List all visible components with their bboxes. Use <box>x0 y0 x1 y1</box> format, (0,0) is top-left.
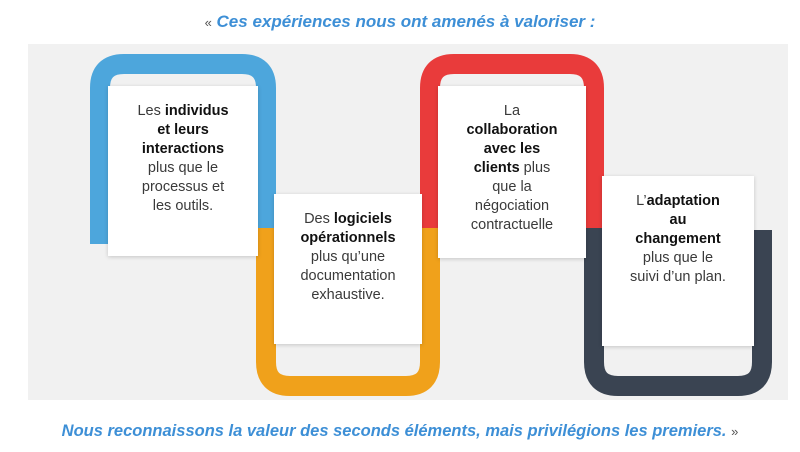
value-emphasis: changement <box>635 231 721 247</box>
value-emphasis: et leurs <box>157 122 209 138</box>
value-emphasis: clients <box>473 160 520 176</box>
value-line: les outils. <box>108 197 258 216</box>
value-emphasis: adaptation <box>646 193 720 209</box>
value-plain: plus que le <box>642 250 714 266</box>
value-emphasis: interactions <box>141 141 225 157</box>
value-card-individuals: Les individus et leurs interactions plus qu… <box>108 86 258 256</box>
value-plain: que la <box>492 179 532 195</box>
header-text: Ces expériences nous ont amenés à valori… <box>216 12 596 31</box>
footer-line: Nous reconnaissons la valeur des seconds… <box>0 418 800 444</box>
header-line: « Ces expériences nous ont amenés à valo… <box>0 10 800 34</box>
value-emphasis: opérationnels <box>300 230 396 246</box>
value-line: plus que le <box>602 249 754 268</box>
value-line: documentation <box>274 267 422 286</box>
value-line: suivi d’un plan. <box>602 268 754 287</box>
footer-text: Nous reconnaissons la valeur des seconds… <box>61 422 727 440</box>
value-plain: exhaustive. <box>311 287 385 303</box>
value-plain: les outils. <box>152 198 214 214</box>
value-line: plus que le <box>108 159 258 178</box>
value-plain: suivi d’un plan. <box>630 269 726 285</box>
value-emphasis: collaboration <box>466 122 558 138</box>
value-emphasis: avec les <box>483 141 541 157</box>
value-plain: négociation <box>474 198 550 214</box>
value-emphasis: au <box>669 212 687 228</box>
value-line: et leurs <box>108 121 258 140</box>
value-line: L’adaptation <box>602 192 754 211</box>
value-line: que la <box>438 178 586 197</box>
value-plain: Les <box>137 103 165 119</box>
value-text: Les individus et leurs interactions plus qu… <box>108 102 258 216</box>
value-plain: plus <box>519 160 551 176</box>
value-line: collaboration <box>438 121 586 140</box>
value-card-adaptation: L’adaptation au changement plus que le suivi… <box>602 176 754 346</box>
value-line: opérationnels <box>274 229 422 248</box>
value-line: processus et <box>108 178 258 197</box>
value-line: avec les <box>438 140 586 159</box>
value-plain: contractuelle <box>470 217 554 233</box>
value-emphasis: individus <box>164 103 229 119</box>
value-line: Les individus <box>108 102 258 121</box>
value-plain: Des <box>304 211 334 227</box>
value-card-collaboration: La collaboration avec les clients plus que l… <box>438 86 586 258</box>
value-line: La <box>438 102 586 121</box>
value-plain: La <box>503 103 521 119</box>
value-line: changement <box>602 230 754 249</box>
value-line: négociation <box>438 197 586 216</box>
value-plain: plus que le <box>147 160 219 176</box>
value-text: La collaboration avec les clients plus que l… <box>438 102 586 235</box>
value-text: L’adaptation au changement plus que le suivi… <box>602 192 754 287</box>
value-line: clients plus <box>438 159 586 178</box>
open-quote: « <box>204 15 212 30</box>
diagram-panel: Les individus et leurs interactions plus qu… <box>28 44 788 400</box>
value-line: au <box>602 211 754 230</box>
value-line: plus qu’une <box>274 248 422 267</box>
value-line: interactions <box>108 140 258 159</box>
value-card-software: Des logiciels opérationnels plus qu’une doc… <box>274 194 422 344</box>
value-line: exhaustive. <box>274 286 422 305</box>
value-plain: documentation <box>300 268 396 284</box>
value-line: contractuelle <box>438 216 586 235</box>
value-emphasis: logiciels <box>333 211 392 227</box>
value-text: Des logiciels opérationnels plus qu’une doc… <box>274 210 422 305</box>
value-plain: processus et <box>141 179 225 195</box>
close-quote: » <box>731 424 739 439</box>
value-plain: L’ <box>636 193 647 209</box>
value-line: Des logiciels <box>274 210 422 229</box>
value-plain: plus qu’une <box>310 249 386 265</box>
